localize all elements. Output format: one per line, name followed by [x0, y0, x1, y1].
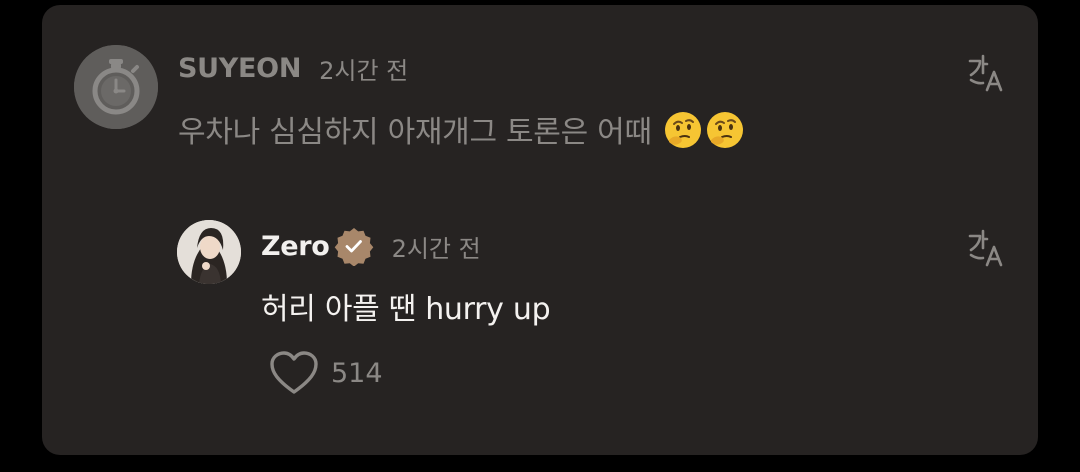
heart-icon[interactable] — [269, 350, 319, 396]
comment-meta: SUYEON 2시간 전 — [178, 51, 408, 86]
avatar[interactable] — [74, 45, 158, 129]
profile-photo-avatar — [177, 220, 241, 284]
thinking-face-emoji-icon — [707, 112, 743, 148]
reply-text: 허리 아플 땐 hurry up — [261, 292, 551, 327]
translate-icon[interactable] — [967, 53, 1007, 93]
comment-card: SUYEON 2시간 전 우차나 심심하지 아재개그 토론은 어때 Zero 2… — [42, 5, 1038, 455]
comment-text-content: 우차나 심심하지 아재개그 토론은 어때 — [178, 115, 652, 150]
timestamp: 2시간 전 — [391, 234, 481, 263]
thinking-face-emoji-icon — [665, 112, 701, 148]
stopwatch-avatar-icon — [74, 45, 158, 129]
avatar[interactable] — [177, 220, 241, 284]
username[interactable]: Zero — [261, 231, 330, 262]
like-count: 514 — [331, 357, 383, 389]
verified-badge-icon — [334, 228, 373, 266]
username[interactable]: SUYEON — [178, 53, 301, 84]
translate-icon[interactable] — [967, 228, 1007, 268]
comment-text: 우차나 심심하지 아재개그 토론은 어때 — [178, 107, 745, 151]
reply-meta: Zero 2시간 전 — [261, 226, 481, 266]
timestamp: 2시간 전 — [319, 57, 409, 85]
like-row: 514 — [269, 350, 383, 396]
